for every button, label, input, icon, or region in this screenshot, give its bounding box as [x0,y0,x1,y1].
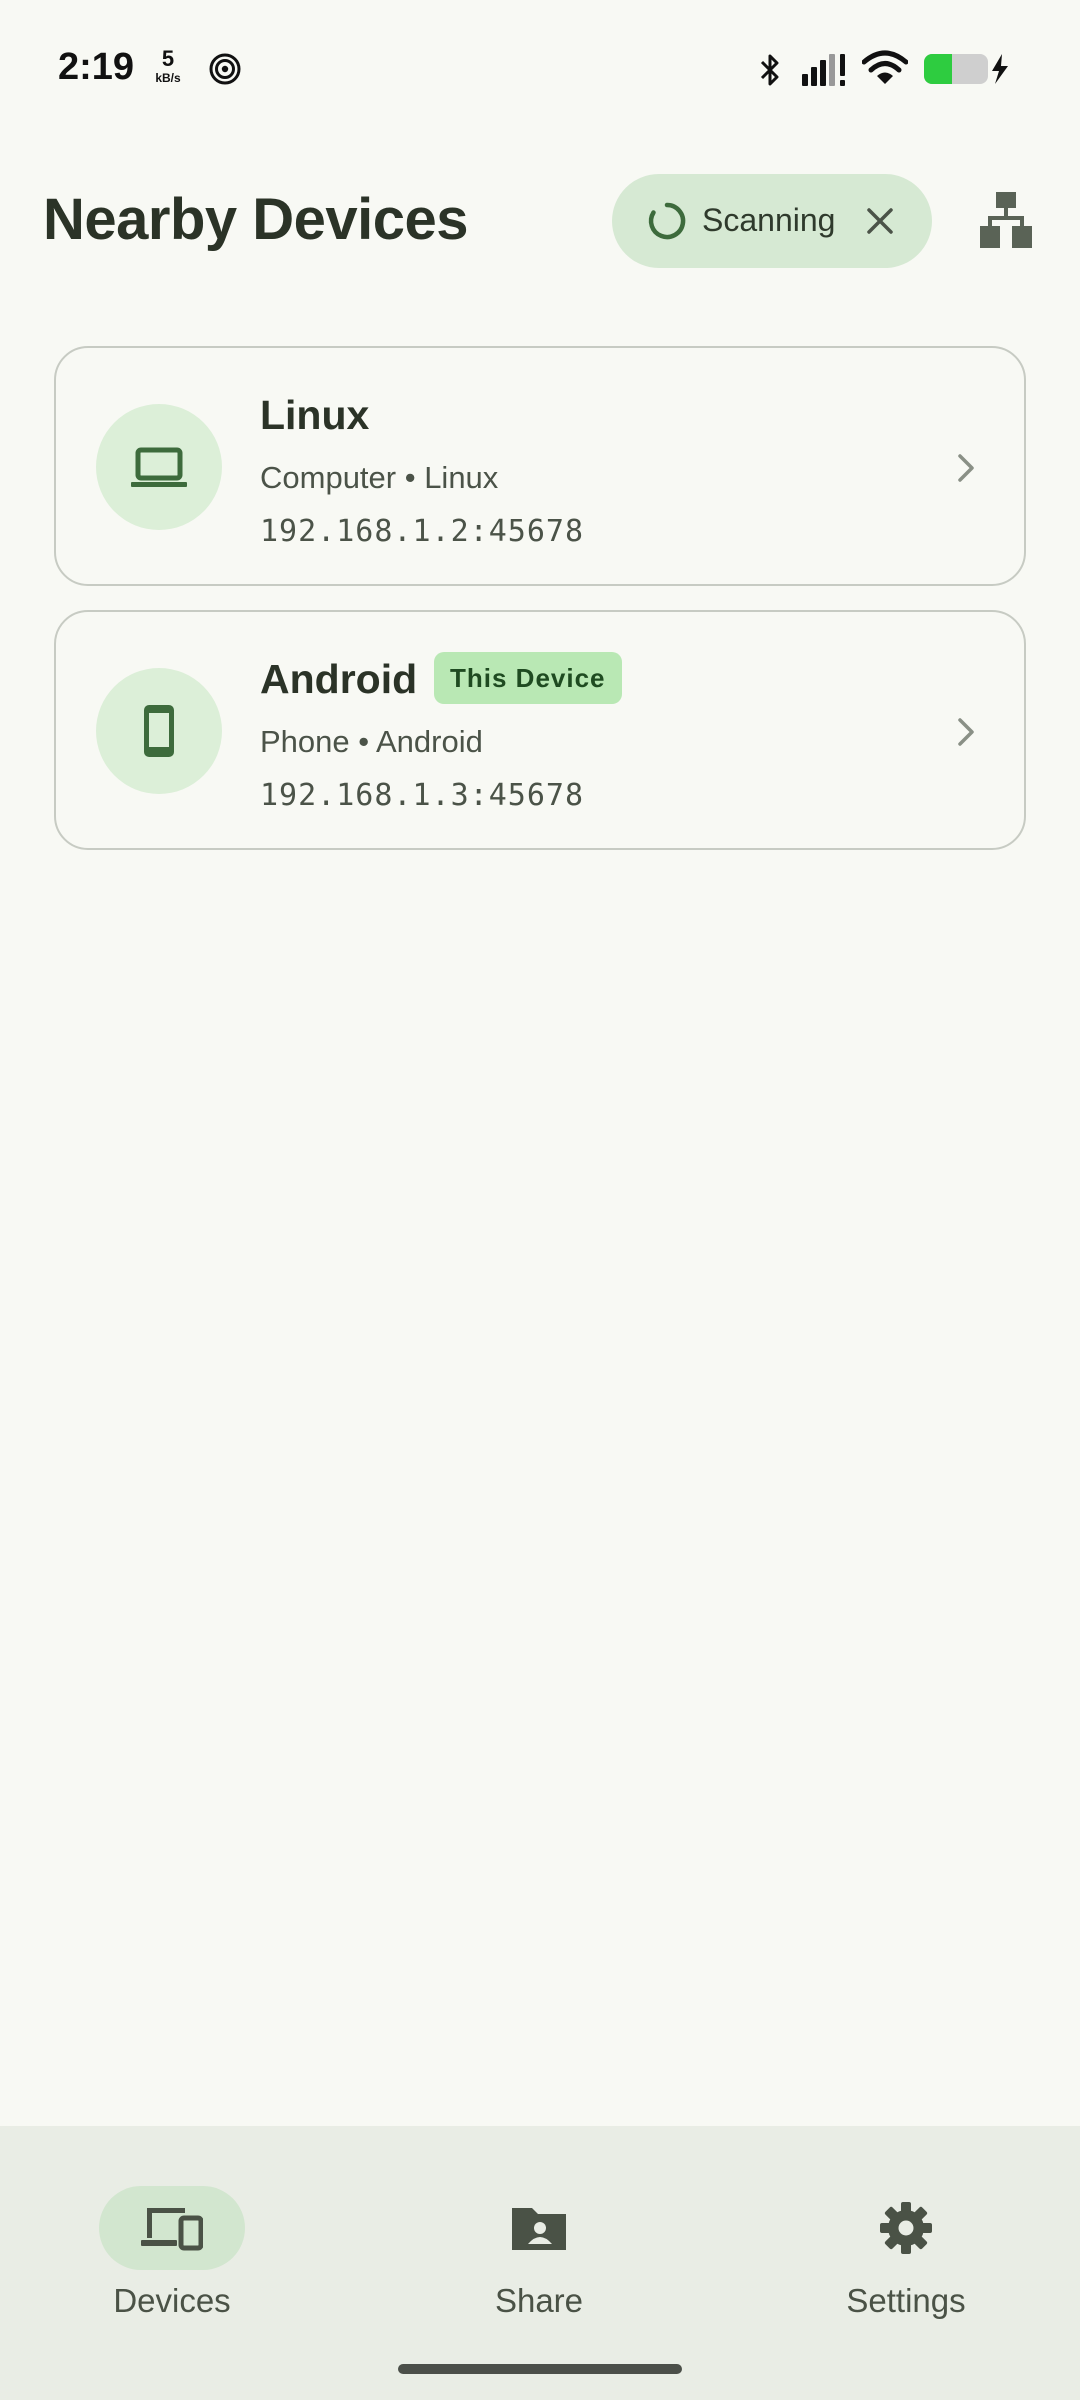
hotspot-spiral-icon [209,53,241,85]
devices-icon [141,2208,203,2251]
nav-item-share[interactable]: Share [456,2156,676,2326]
nav-item-settings[interactable]: Settings [823,2156,1043,2326]
device-type-os: Computer • Linux [260,460,499,495]
folder-share-icon [512,2208,566,2250]
nav-label: Settings [846,2282,966,2319]
nav-label: Devices [113,2282,231,2319]
stop-scan-close-icon[interactable] [859,200,901,242]
status-bar: 2:19 5 kB/s [0,0,1080,135]
nav-label: Share [494,2282,584,2319]
gear-icon [880,2202,932,2254]
battery-charging-icon [924,54,1008,84]
device-card-android[interactable]: Android This Device Phone • Android 192.… [54,610,1026,850]
device-card-linux[interactable]: Linux Computer • Linux 192.168.1.2:45678 [54,346,1026,586]
device-address: 192.168.1.3:45678 [260,778,585,813]
device-name: Android [260,656,418,702]
scanning-chip[interactable]: Scanning [612,174,932,268]
device-address: 192.168.1.2:45678 [260,514,585,549]
phone-icon [144,705,174,757]
network-topology-icon[interactable] [980,192,1032,248]
chevron-right-icon [958,718,974,746]
home-gesture-bar[interactable] [398,2364,682,2374]
device-avatar [96,404,222,530]
this-device-badge: This Device [434,652,622,704]
nav-item-devices[interactable]: Devices [89,2156,309,2326]
network-speed-unit: kB/s [155,71,181,85]
bottom-navigation: Devices Share Settings [0,2126,1080,2400]
scanning-label: Scanning [702,202,836,238]
app-screen: 2:19 5 kB/s Nearby Devices Scanning Linu… [0,0,1080,2400]
laptop-icon [131,447,187,487]
device-type-os: Phone • Android [260,724,483,759]
status-time: 2:19 [58,46,135,88]
scanning-spinner-icon [648,202,686,240]
network-speed-value: 5 [161,46,175,71]
page-title: Nearby Devices [43,187,469,252]
wifi-icon [862,50,908,84]
device-name: Linux [260,392,370,438]
device-avatar [96,668,222,794]
chevron-right-icon [958,454,974,482]
signal-strength-icon [802,54,845,86]
bluetooth-icon [760,54,779,86]
network-speed: 5 kB/s [150,46,186,85]
